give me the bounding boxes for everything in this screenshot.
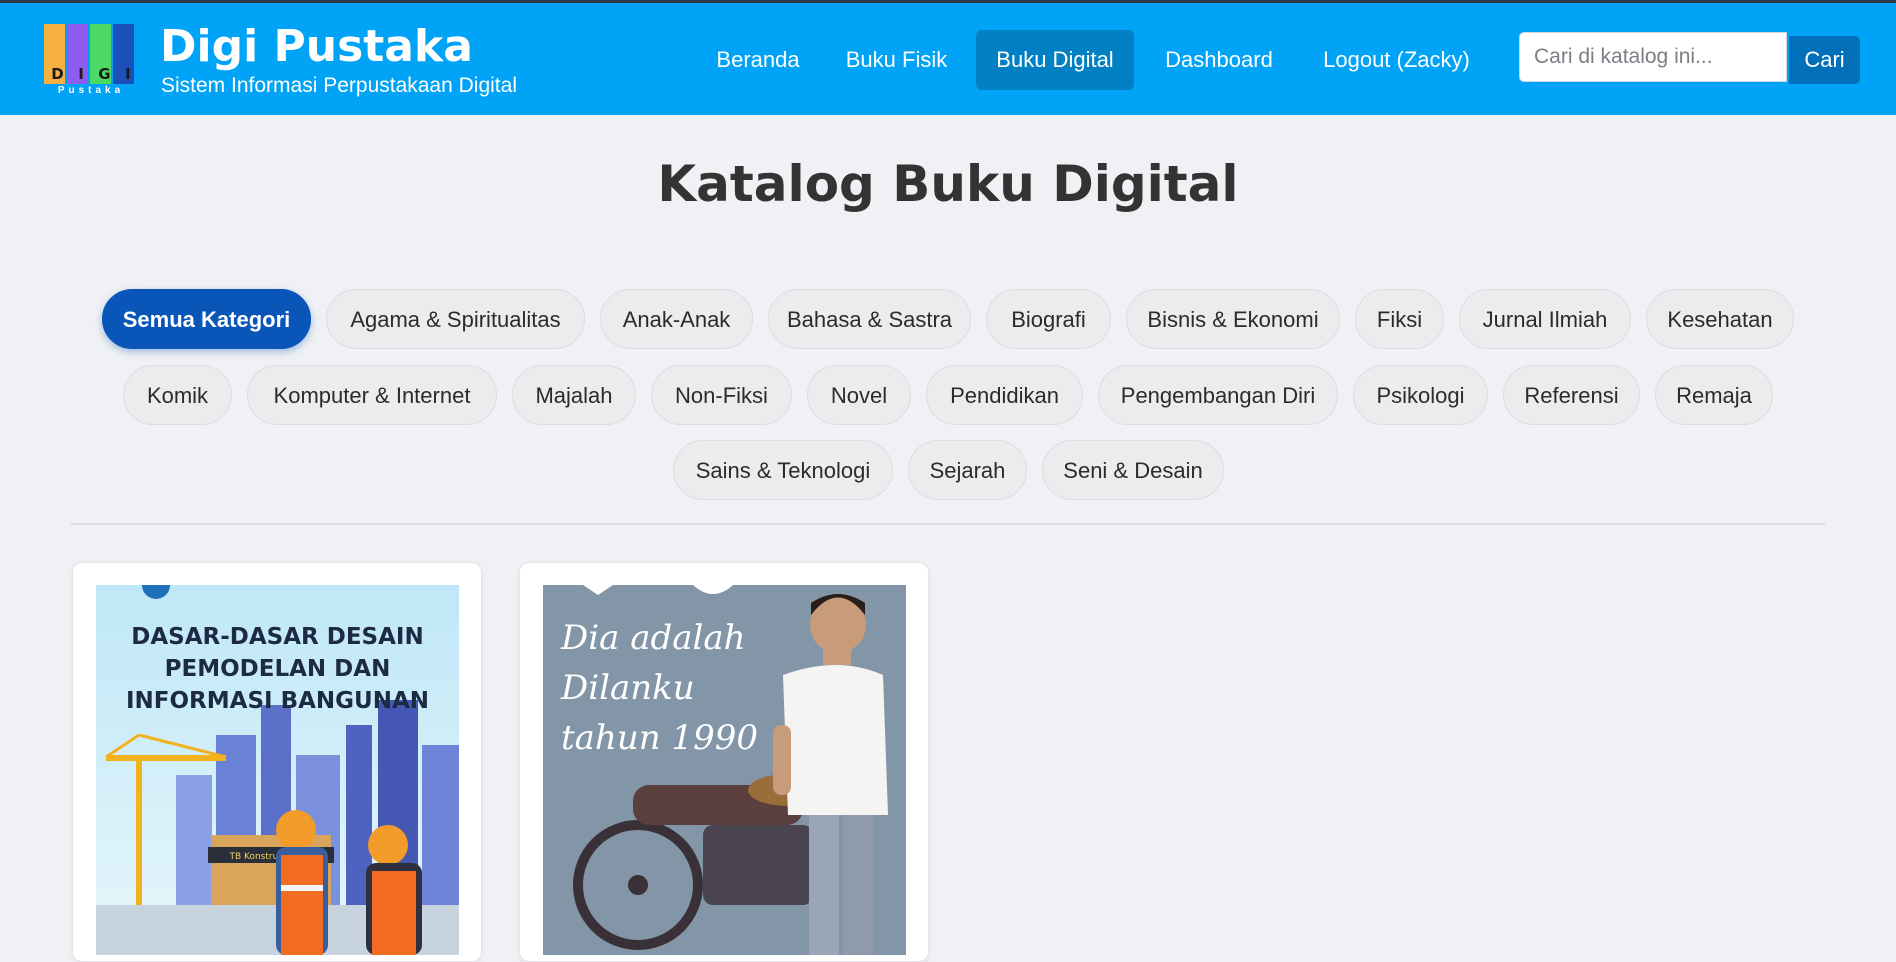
book-card[interactable]: Dia adalah Dilanku tahun 1990 — [519, 562, 929, 962]
category-pill-biografi[interactable]: Biografi — [986, 289, 1111, 349]
category-pill-anak-anak[interactable]: Anak-Anak — [600, 289, 753, 349]
category-pill-pengembangan-diri[interactable]: Pengembangan Diri — [1098, 365, 1338, 425]
category-pill-bahasa-sastra[interactable]: Bahasa & Sastra — [768, 289, 971, 349]
cover-hand-line: Dia adalah — [561, 618, 746, 658]
book-card[interactable]: TB Konstruksi Jaya DASAR-DASAR DESAIN PE… — [72, 562, 482, 962]
category-pill-referensi[interactable]: Referensi — [1503, 365, 1640, 425]
nav-buku-digital[interactable]: Buku Digital — [976, 30, 1134, 90]
cover-hand-line: tahun 1990 — [561, 718, 758, 758]
category-pill-komik[interactable]: Komik — [123, 365, 232, 425]
category-pill-sejarah[interactable]: Sejarah — [908, 440, 1027, 500]
logo-caption: Pustaka — [57, 85, 125, 96]
logo-letter: I — [125, 65, 131, 83]
brand-title[interactable]: Digi Pustaka — [160, 21, 473, 73]
book-cover[interactable]: TB Konstruksi Jaya DASAR-DASAR DESAIN PE… — [96, 585, 459, 955]
category-pill-agama-spiritualitas[interactable]: Agama & Spiritualitas — [326, 289, 585, 349]
top-navbar: D I G I Pustaka Digi Pustaka Sistem Info… — [0, 0, 1896, 115]
category-pill-jurnal-ilmiah[interactable]: Jurnal Ilmiah — [1459, 289, 1631, 349]
category-pill-seni-desain[interactable]: Seni & Desain — [1042, 440, 1224, 500]
category-pill-sains-teknologi[interactable]: Sains & Teknologi — [673, 440, 893, 500]
category-pill-novel[interactable]: Novel — [807, 365, 911, 425]
category-pill-majalah[interactable]: Majalah — [512, 365, 636, 425]
search-button[interactable]: Cari — [1789, 36, 1860, 84]
category-pill-non-fiksi[interactable]: Non-Fiksi — [651, 365, 792, 425]
book-cover[interactable]: Dia adalah Dilanku tahun 1990 — [543, 585, 906, 955]
logo-letter: G — [98, 65, 111, 83]
search-input[interactable] — [1519, 32, 1787, 82]
category-pill-komputer-internet[interactable]: Komputer & Internet — [247, 365, 497, 425]
section-divider — [71, 523, 1825, 525]
category-pill-kesehatan[interactable]: Kesehatan — [1646, 289, 1794, 349]
nav-logout[interactable]: Logout (Zacky) — [1304, 30, 1489, 90]
book-cover-handwriting: Dia adalah Dilanku tahun 1990 — [561, 613, 758, 763]
logo-letter: D — [51, 65, 64, 83]
digi-pustaka-logo[interactable]: D I G I Pustaka — [44, 22, 138, 98]
brand-subtitle: Sistem Informasi Perpustakaan Digital — [161, 74, 517, 97]
category-pill-psikologi[interactable]: Psikologi — [1353, 365, 1488, 425]
cover-hand-line: Dilanku — [561, 668, 695, 708]
category-pill-pendidikan[interactable]: Pendidikan — [926, 365, 1083, 425]
logo-letter: I — [78, 65, 84, 83]
nav-buku-fisik[interactable]: Buku Fisik — [835, 30, 958, 90]
category-pill-remaja[interactable]: Remaja — [1655, 365, 1773, 425]
book-cover-title: DASAR-DASAR DESAIN PEMODELAN DAN INFORMA… — [125, 624, 430, 714]
category-pill-semua-kategori[interactable]: Semua Kategori — [102, 289, 311, 349]
nav-beranda[interactable]: Beranda — [699, 30, 817, 90]
page-title: Katalog Buku Digital — [657, 155, 1239, 213]
category-pill-bisnis-ekonomi[interactable]: Bisnis & Ekonomi — [1126, 289, 1340, 349]
logo-letters: D I G I — [44, 65, 138, 83]
nav-dashboard[interactable]: Dashboard — [1152, 30, 1286, 90]
category-pill-fiksi[interactable]: Fiksi — [1355, 289, 1444, 349]
